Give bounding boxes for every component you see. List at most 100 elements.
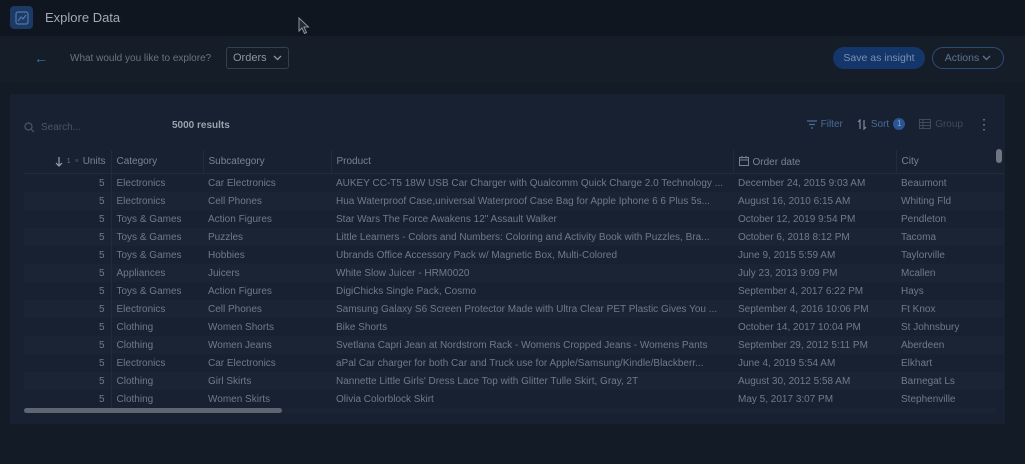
results-panel: Search... 5000 results Filter Sort 1 Gro… <box>10 94 1005 424</box>
table-cell-units: 5 <box>98 357 105 369</box>
table-cell-units: 5 <box>24 192 111 210</box>
vertical-scrollbar[interactable] <box>996 149 1002 163</box>
table-controls: Filter Sort 1 Group ⋮ <box>806 117 991 131</box>
table-cell-order-date: October 6, 2018 8:12 PM <box>733 228 896 246</box>
arrow-left-icon[interactable]: ← <box>34 50 48 66</box>
table-cell-order-date: August 30, 2012 5:58 AM <box>733 372 896 390</box>
table-cell-units: 5 <box>98 393 105 405</box>
column-header-label: Units <box>82 156 106 167</box>
table-cell-units: 5 <box>98 321 105 333</box>
table-row[interactable]: 5 Toys & Games Action Figures DigiChicks Si… <box>24 282 1004 300</box>
search-input[interactable]: Search... <box>24 120 81 134</box>
table-row[interactable]: 5 Electronics Car Electronics AUKEY CC-T5 1… <box>24 173 1004 192</box>
table-cell-category: Appliances <box>110 264 203 282</box>
table-cell-city: Barnegat Ls <box>896 372 1004 390</box>
table-cell-subcategory: Car Electronics <box>208 357 276 369</box>
explore-prompt-label: What would you like to explore? <box>70 53 212 64</box>
table-row[interactable]: 5 Appliances Juicers White Slow Juicer - HR… <box>24 264 1004 282</box>
dataset-select[interactable]: Orders <box>226 47 289 69</box>
sort-icon <box>857 118 867 130</box>
table-cell-product: Ubrands Office Accessory Pack w/ Magneti… <box>336 249 618 261</box>
table-cell-category: Clothing <box>110 390 203 408</box>
table-cell-subcategory: Cell Phones <box>203 192 331 210</box>
table-cell-city: Mcallen <box>896 264 1004 282</box>
column-header-order-date[interactable]: Order date <box>732 150 896 174</box>
table-cell-product: White Slow Juicer - HRM0020 <box>331 264 733 282</box>
table-cell-category: Clothing <box>110 372 203 390</box>
chart-logo-icon[interactable] <box>10 6 33 29</box>
table-cell-order-date: September 4, 2017 6:22 PM <box>738 285 864 297</box>
table-cell-order-date: September 4, 2016 10:06 PM <box>733 300 896 318</box>
horizontal-scrollbar-thumb[interactable] <box>24 408 282 413</box>
table-cell-order-date: September 29, 2012 5:11 PM <box>733 336 896 354</box>
calendar-icon <box>738 155 749 166</box>
table-body: 5 Electronics Car Electronics AUKEY CC-T5 1… <box>24 173 1004 408</box>
table-cell-product: AUKEY CC-T5 18W USB Car Charger with Qua… <box>336 177 724 189</box>
table-cell-category: Clothing <box>110 318 203 336</box>
table-cell-units: 5 <box>98 177 105 189</box>
mouse-cursor-icon <box>298 17 310 35</box>
table-row[interactable]: 5 Toys & Games Puzzles Little Learners - Co… <box>24 228 1004 246</box>
table-cell-subcategory: Women Skirts <box>208 393 271 405</box>
table-cell-city: Tacoma <box>896 228 1004 246</box>
table-row[interactable]: 5 Clothing Women Skirts Olivia Colorblock S… <box>24 390 1004 408</box>
table-cell-units: 5 <box>24 336 111 354</box>
table-cell-category: Electronics <box>110 173 203 192</box>
table-row[interactable]: 5 Clothing Girl Skirts Nannette Little Girl… <box>24 372 1004 390</box>
table-row[interactable]: 5 Electronics Cell Phones Hua Waterproof Ca… <box>24 192 1004 210</box>
column-header-city[interactable]: City <box>895 150 1004 174</box>
table-cell-city: Ft Knox <box>896 300 1004 318</box>
table-cell-category: Toys & Games <box>110 246 203 264</box>
table-cell-order-date: October 14, 2017 10:04 PM <box>738 321 861 333</box>
table-cell-units: 5 <box>98 285 105 297</box>
column-header-units[interactable]: 1 ≡ Units <box>24 150 111 174</box>
column-header-category[interactable]: Category <box>110 150 203 174</box>
table-cell-units: 5 <box>24 264 111 282</box>
group-button[interactable]: Group <box>919 119 963 130</box>
table-group-icon <box>919 119 932 129</box>
filter-button[interactable]: Filter <box>806 119 843 130</box>
table-cell-product: Olivia Colorblock Skirt <box>336 393 434 405</box>
table-cell-units: 5 <box>24 228 111 246</box>
sort-button[interactable]: Sort 1 <box>857 118 906 130</box>
table-cell-order-date: July 23, 2013 9:09 PM <box>733 264 896 282</box>
filter-icon <box>806 119 817 129</box>
table-cell-order-date: June 4, 2019 5:54 AM <box>738 357 836 369</box>
table-cell-product: Svetlana Capri Jean at Nordstrom Rack - … <box>331 336 733 354</box>
table-cell-subcategory: Women Jeans <box>203 336 331 354</box>
app-header: Explore Data <box>0 0 1025 36</box>
table-row[interactable]: 5 Electronics Car Electronics aPal Car char… <box>24 354 1004 372</box>
table-cell-city: Stephenville <box>901 393 956 405</box>
column-header-product[interactable]: Product <box>330 150 733 174</box>
page-title: Explore Data <box>45 10 121 25</box>
sort-order-number: 1 <box>66 158 71 165</box>
sort-count-badge: 1 <box>893 118 906 130</box>
table-row[interactable]: 5 Toys & Games Hobbies Ubrands Office Acces… <box>24 246 1004 264</box>
table-row[interactable]: 5 Electronics Cell Phones Samsung Galaxy S6… <box>24 300 1004 318</box>
actions-button[interactable]: Actions <box>932 47 1004 69</box>
table-cell-product: Star Wars The Force Awakens 12" Assault … <box>336 213 557 225</box>
table-row[interactable]: 5 Clothing Women Jeans Svetlana Capri Jean … <box>24 336 1004 354</box>
table-cell-city: Pendleton <box>901 213 947 225</box>
dataset-select-value: Orders <box>233 52 267 64</box>
table-cell-subcategory: Puzzles <box>203 228 331 246</box>
table-cell-category: Electronics <box>110 192 203 210</box>
drag-handle-icon[interactable]: ≡ <box>75 158 79 165</box>
vertical-dots-icon[interactable]: ⋮ <box>977 117 991 131</box>
table-cell-city: Elkhart <box>901 357 933 369</box>
explore-toolbar: ← What would you like to explore? Orders… <box>0 36 1025 82</box>
data-table-container: 1 ≡ Units Category Subcategory Product O… <box>24 150 1004 412</box>
table-cell-order-date: May 5, 2017 3:07 PM <box>738 393 834 405</box>
column-header-subcategory[interactable]: Subcategory <box>202 150 331 174</box>
table-cell-units: 5 <box>24 372 111 390</box>
table-row[interactable]: 5 Toys & Games Action Figures Star Wars The… <box>24 210 1004 228</box>
save-as-insight-button[interactable]: Save as insight <box>833 47 925 69</box>
table-cell-city: Taylorville <box>901 249 945 261</box>
table-cell-city: Aberdeen <box>896 336 1004 354</box>
column-header-label: Order date <box>752 156 801 168</box>
arrow-down-icon <box>55 156 63 167</box>
table-cell-category: Clothing <box>110 336 203 354</box>
table-cell-order-date: August 16, 2010 6:15 AM <box>733 192 896 210</box>
table-row[interactable]: 5 Clothing Women Shorts Bike Shorts October … <box>24 318 1004 336</box>
table-cell-subcategory: Girl Skirts <box>203 372 331 390</box>
